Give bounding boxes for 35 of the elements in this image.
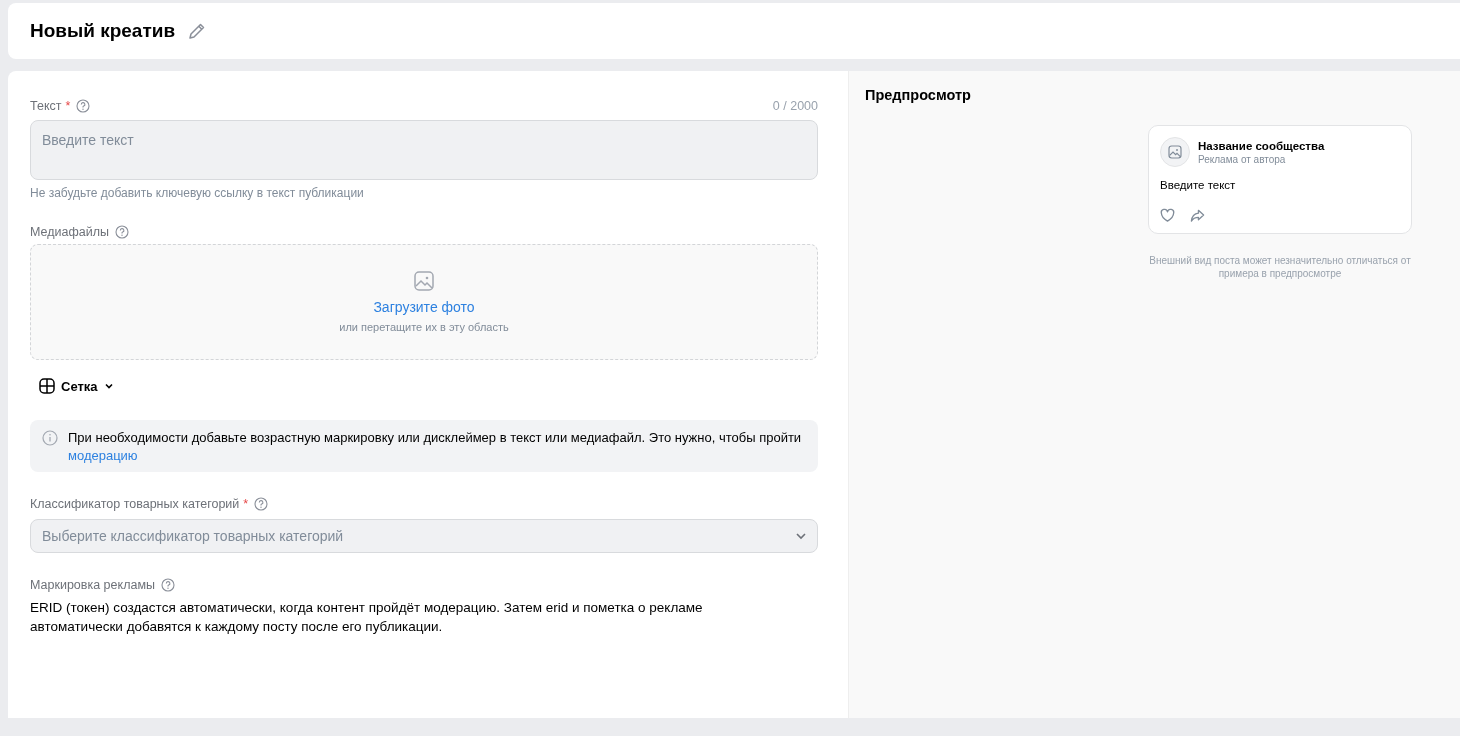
character-counter: 0 / 2000 — [772, 99, 818, 113]
text-input-field[interactable]: Введите текст — [30, 120, 818, 180]
heart-icon[interactable] — [1160, 208, 1175, 223]
required-mark: * — [65, 99, 71, 113]
field-label: Маркировка рекламы — [30, 578, 155, 592]
upload-drop-zone[interactable]: Загрузите фото или перетащите их в эту область — [30, 244, 818, 360]
preview-title: Предпросмотр — [865, 87, 972, 103]
ad-marking-text: ERID (токен) создастся автоматически, когда контент пройдёт модерацию. Затем erid и пометка о рекламе автоматически добавятся к каждому посту после его публикации. — [30, 599, 704, 636]
help-icon[interactable] — [76, 99, 91, 113]
image-icon — [412, 269, 436, 293]
upload-photo-link[interactable]: Загрузите фото — [373, 299, 475, 315]
field-hint: Не забудьте добавить ключевую ссылку в текст публикации — [30, 186, 365, 200]
field-label: Текст — [30, 99, 62, 113]
upload-hint: или перетащите их в эту область — [339, 321, 509, 333]
chevron-down-icon — [795, 530, 807, 542]
post-subtitle: Реклама от автора — [1198, 153, 1287, 165]
field-label: Классификатор товарных категорий — [30, 497, 240, 511]
moderation-link[interactable]: модерацию — [68, 448, 138, 463]
info-icon — [42, 430, 58, 446]
category-select[interactable]: Выберите классификатор товарных категорий — [30, 519, 818, 553]
page-title: Новый креатив — [30, 20, 176, 42]
post-text: Введите текст — [1160, 179, 1237, 191]
field-label: Медиафайлы — [30, 225, 109, 239]
help-icon[interactable] — [114, 225, 129, 239]
required-mark: * — [243, 497, 249, 511]
layout-dropdown[interactable]: Сетка — [30, 378, 114, 394]
share-icon[interactable] — [1190, 208, 1205, 223]
help-icon[interactable] — [254, 497, 269, 511]
help-icon[interactable] — [160, 578, 175, 592]
community-name: Название сообщества — [1198, 139, 1325, 152]
grid-icon — [39, 378, 55, 394]
avatar-placeholder-icon — [1160, 137, 1190, 167]
preview-note: Внешний вид поста может незначительно отличаться от примера в предпросмотре — [1148, 254, 1412, 280]
chevron-down-icon — [103, 381, 114, 391]
info-text: При необходимости добавьте возрастную маркировку или дисклеймер в текст или медиафайл. Это нужно, чтобы пройти модерацию — [68, 429, 803, 465]
